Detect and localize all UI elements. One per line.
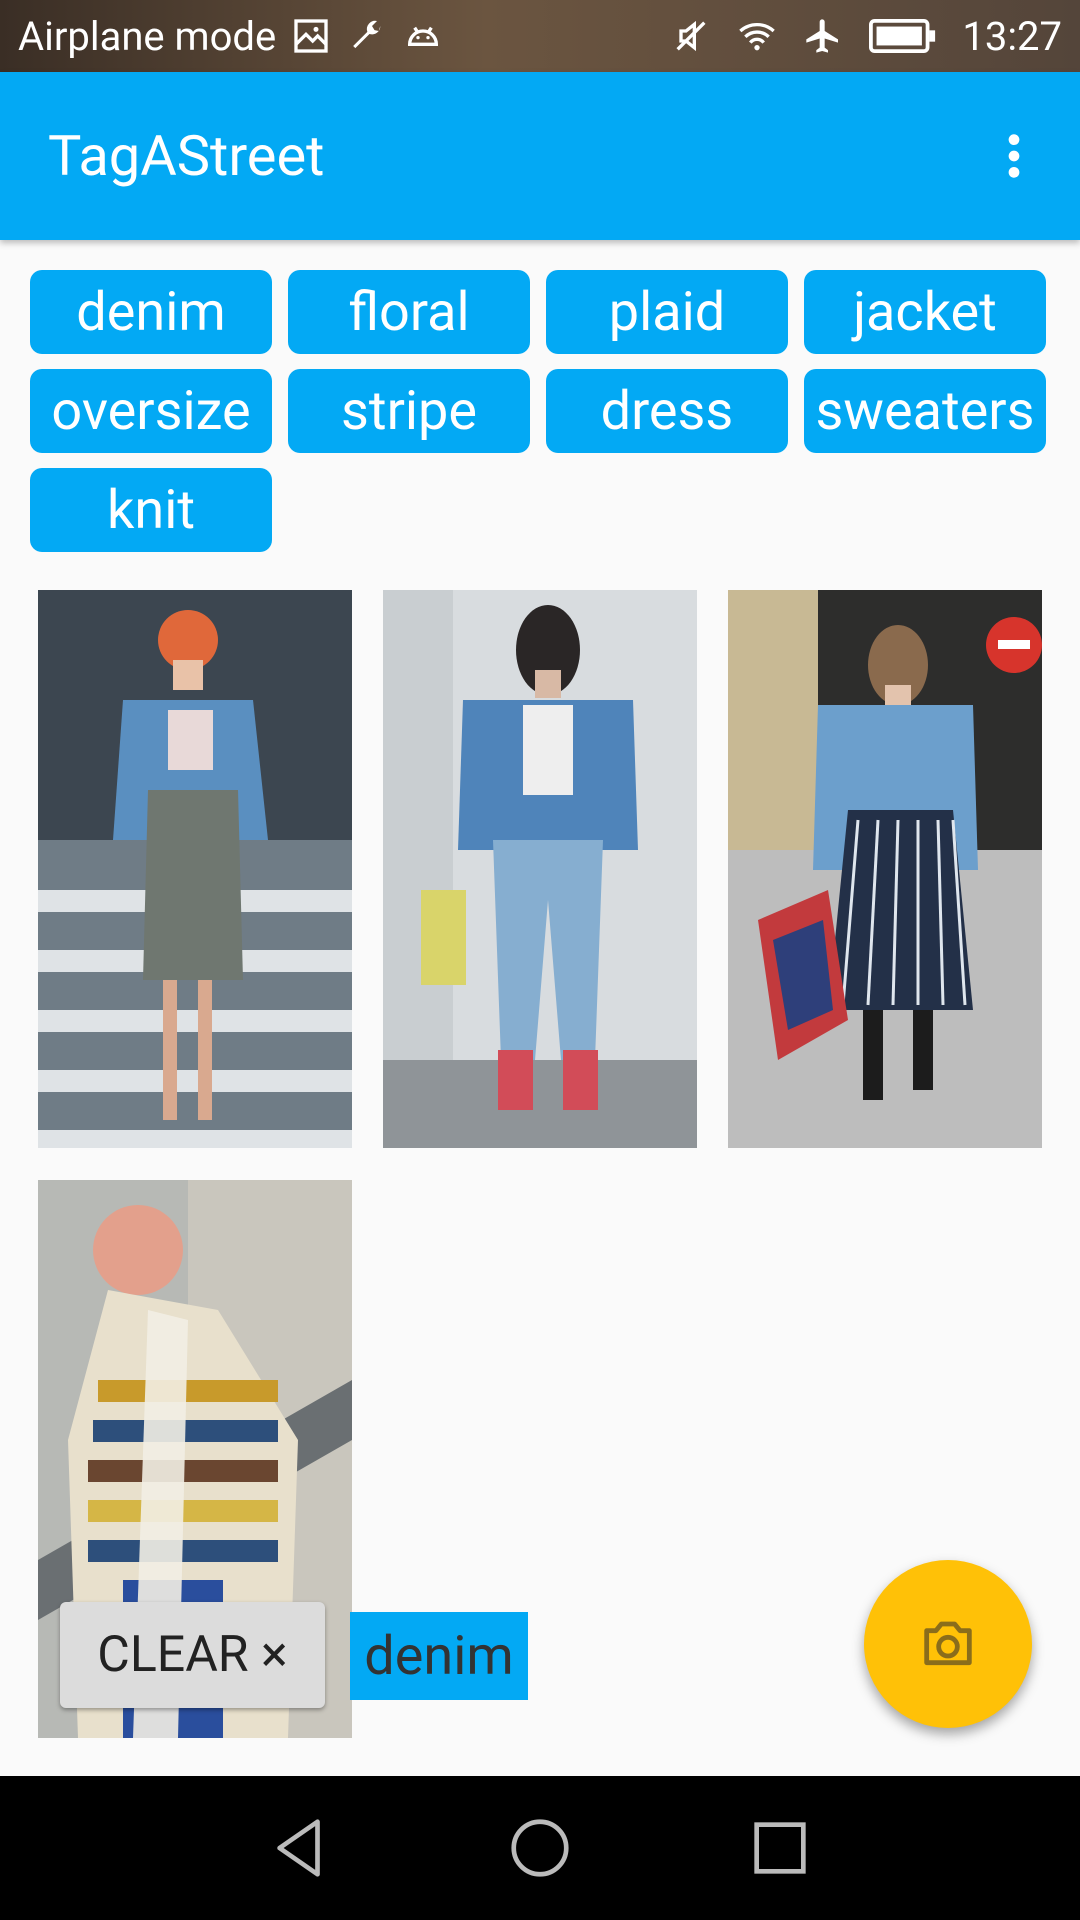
- tag-chip-denim[interactable]: denim: [30, 270, 272, 354]
- clock: 13:27: [962, 12, 1062, 60]
- clear-filter-button[interactable]: CLEAR ×: [60, 1602, 325, 1708]
- app-bar: TagAStreet: [0, 72, 1080, 240]
- camera-icon: [924, 1621, 972, 1666]
- navigation-bar: [0, 1776, 1080, 1920]
- airplane-mode-label: Airplane mode: [18, 12, 277, 60]
- home-icon[interactable]: [500, 1808, 580, 1888]
- wrench-icon: [346, 15, 388, 57]
- battery-icon: [868, 15, 938, 57]
- status-bar: Airplane mode 13:27: [0, 0, 1080, 72]
- tag-chip-oversize[interactable]: oversize: [30, 369, 272, 453]
- photo-denim-jacket-plaid-skirt[interactable]: [38, 590, 352, 1148]
- airplane-icon: [802, 15, 844, 57]
- more-vert-icon[interactable]: [986, 128, 1042, 184]
- tag-chip-floral[interactable]: floral: [288, 270, 530, 354]
- app-title: TagAStreet: [48, 123, 325, 189]
- photo-denim-jacket-stripe-dress[interactable]: [728, 590, 1042, 1148]
- active-filter-tag[interactable]: denim: [350, 1612, 528, 1700]
- tag-chip-stripe[interactable]: stripe: [288, 369, 530, 453]
- tag-chip-sweaters[interactable]: sweaters: [804, 369, 1046, 453]
- tag-chip-plaid[interactable]: plaid: [546, 270, 788, 354]
- tag-chip-jacket[interactable]: jacket: [804, 270, 1046, 354]
- photo-denim-jacket-jeans[interactable]: [383, 590, 697, 1148]
- back-icon[interactable]: [260, 1808, 340, 1888]
- tag-chip-knit[interactable]: knit: [30, 468, 272, 552]
- image-icon: [290, 15, 332, 57]
- wifi-icon: [736, 15, 778, 57]
- mute-icon: [670, 15, 712, 57]
- android-icon: [402, 15, 444, 57]
- camera-fab-button[interactable]: [864, 1560, 1032, 1728]
- recents-icon[interactable]: [740, 1808, 820, 1888]
- tag-chip-dress[interactable]: dress: [546, 369, 788, 453]
